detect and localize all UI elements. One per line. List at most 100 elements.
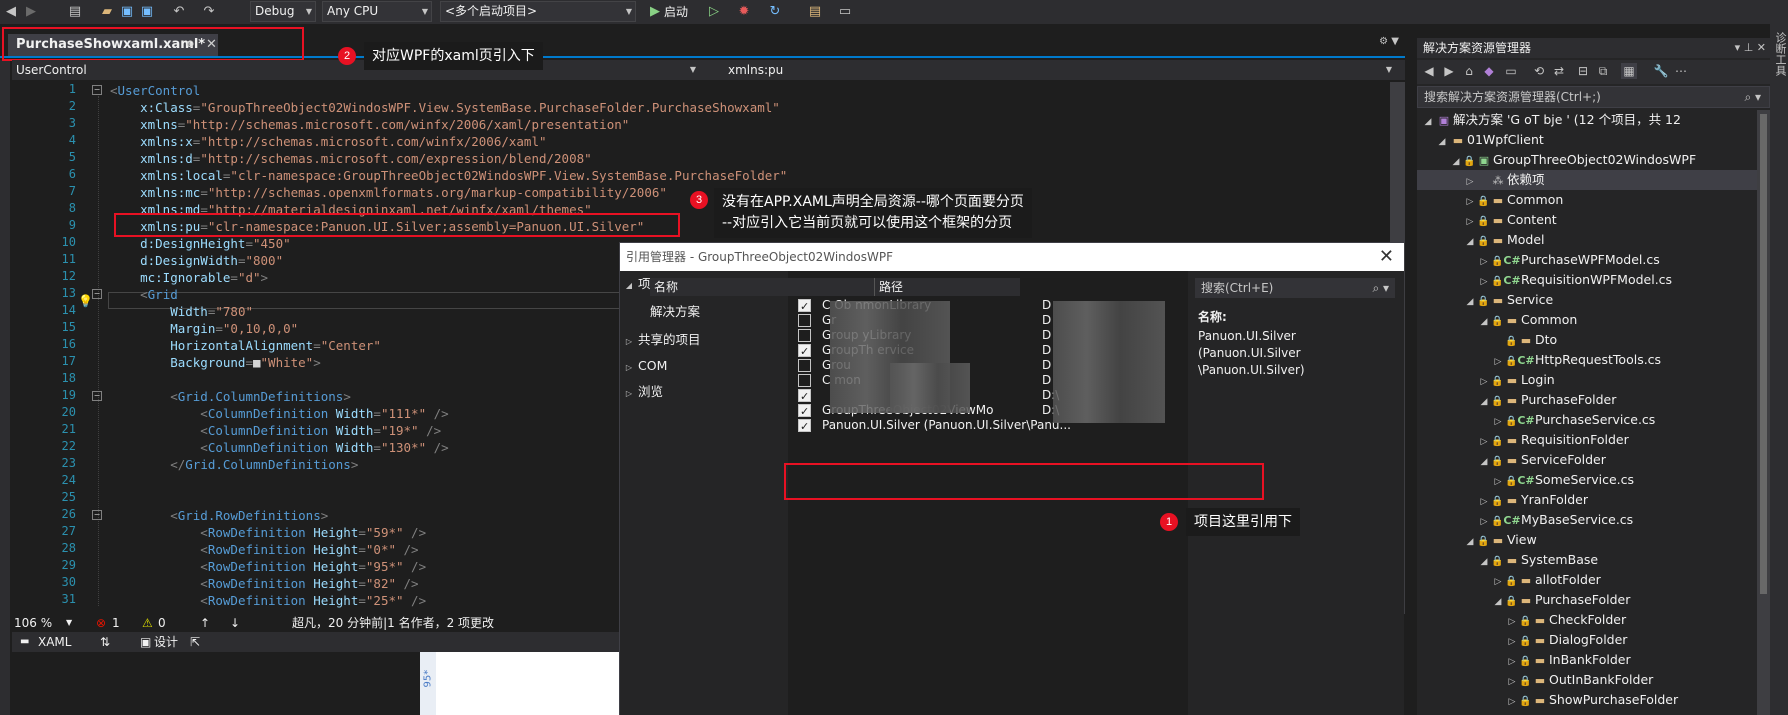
expand-toggle-icon[interactable]: ▷: [1505, 672, 1519, 692]
tree-item[interactable]: ▷ 🔒 ▬ Common: [1417, 190, 1757, 210]
config-select[interactable]: Debug ▼: [250, 1, 316, 22]
expand-toggle-icon[interactable]: ◢: [1477, 452, 1491, 472]
save-icon[interactable]: ▣: [118, 3, 136, 21]
tree-item[interactable]: ◢ ▬ 01WpfClient: [1417, 130, 1757, 150]
tree-item[interactable]: ▷ 🔒 ▬ ShowPurchaseFolder: [1417, 690, 1757, 710]
tree-item[interactable]: ◢ 🔒 ▬ Common: [1417, 310, 1757, 330]
tree-item[interactable]: ◢ 🔒 ▬ Model: [1417, 230, 1757, 250]
reference-checkbox[interactable]: [798, 298, 811, 315]
vs-icon[interactable]: ◆: [1481, 63, 1497, 79]
forward-icon[interactable]: ▶: [1441, 63, 1457, 79]
expand-toggle-icon[interactable]: ◢: [1449, 152, 1463, 172]
start-icon[interactable]: ▶: [646, 3, 664, 21]
zoom-dropdown-icon[interactable]: ▼: [66, 614, 72, 632]
forward-icon[interactable]: ▶: [22, 3, 40, 21]
tree-item[interactable]: ◢ 🔒 ▬ PurchaseFolder: [1417, 590, 1757, 610]
reference-checkbox[interactable]: [798, 359, 811, 372]
tree-item[interactable]: ◢ 🔒 ▬ PurchaseFolder: [1417, 390, 1757, 410]
expand-toggle-icon[interactable]: ▷: [1505, 632, 1519, 652]
expand-toggle-icon[interactable]: ▷: [1505, 652, 1519, 672]
reference-checkbox[interactable]: [798, 314, 811, 327]
start-button[interactable]: 启动: [664, 3, 688, 21]
home-icon[interactable]: ⌂: [1461, 63, 1477, 79]
dialog-close-icon[interactable]: ✕: [1379, 243, 1394, 271]
fold-toggle-icon[interactable]: −: [92, 289, 102, 299]
expand-toggle-icon[interactable]: ◢: [1477, 312, 1491, 332]
code-line[interactable]: <UserControl: [110, 82, 200, 99]
code-line[interactable]: xmlns:mc="http://schemas.openxmlformats.…: [110, 184, 667, 201]
tab-design[interactable]: 设计: [154, 632, 178, 652]
expand-toggle-icon[interactable]: ▷: [1463, 172, 1477, 192]
back-icon[interactable]: ◀: [2, 3, 20, 21]
code-line[interactable]: d:DesignHeight="450": [110, 235, 291, 252]
panel-window-controls[interactable]: ▾ ⊥ ✕: [1735, 38, 1766, 58]
tab-xaml[interactable]: XAML: [38, 632, 71, 652]
expand-toggle-icon[interactable]: ◢: [1477, 552, 1491, 572]
swap-icon[interactable]: ⇅: [100, 632, 110, 652]
expand-toggle-icon[interactable]: ▷: [1463, 212, 1477, 232]
expand-icon[interactable]: ▷: [620, 383, 638, 405]
dialog-nav-item[interactable]: ▷ 浏览: [620, 381, 788, 403]
scrollbar-thumb[interactable]: [1760, 114, 1767, 594]
lightbulb-icon[interactable]: 💡: [78, 294, 93, 308]
tree-item[interactable]: ▷ 🔒C#PurchaseWPFModel.cs: [1417, 250, 1757, 270]
diagnostic-tools-tab[interactable]: 诊断工具: [1770, 24, 1788, 715]
tree-item[interactable]: ▷ ⁂ 依赖项: [1417, 170, 1757, 190]
reference-checkbox[interactable]: [798, 388, 811, 405]
show-all-files-icon[interactable]: ⧉: [1595, 63, 1611, 79]
solution-scrollbar[interactable]: [1757, 110, 1770, 715]
reference-checkbox[interactable]: [798, 403, 811, 420]
col-path-header[interactable]: 路径: [874, 278, 903, 296]
expand-toggle-icon[interactable]: ▷: [1477, 252, 1491, 272]
code-line[interactable]: <Grid: [110, 286, 178, 303]
startup-project-select[interactable]: <多个启动项目> ▼: [440, 1, 636, 22]
dialog-nav-item[interactable]: ▷ 共享的项目: [620, 329, 788, 351]
code-line[interactable]: <RowDefinition Height="95*" />: [110, 558, 426, 575]
tree-solution-root[interactable]: ◢ ▣ 解决方案 'G oT bje ' (12 个项目，共 12: [1417, 110, 1757, 130]
solution-search-input[interactable]: 搜索解决方案资源管理器(Ctrl+;) ⌕ ▾: [1417, 86, 1770, 108]
tree-item[interactable]: ▷ 🔒 ▬ InBankFolder: [1417, 650, 1757, 670]
tree-item[interactable]: ◢ 🔒 ▬ View: [1417, 530, 1757, 550]
expand-toggle-icon[interactable]: ▷: [1477, 372, 1491, 392]
tree-item[interactable]: ▷ 🔒 ▬ allotFolder: [1417, 570, 1757, 590]
properties-icon[interactable]: 🔧: [1653, 63, 1669, 79]
code-line[interactable]: d:DesignWidth="800": [110, 252, 283, 269]
save-all-icon[interactable]: ▣: [138, 3, 156, 21]
expand-toggle-icon[interactable]: ▷: [1477, 512, 1491, 532]
popout-icon[interactable]: ⇱: [190, 632, 200, 652]
expand-toggle-icon[interactable]: ▷: [1491, 412, 1505, 432]
code-line[interactable]: </Grid.ColumnDefinitions>: [110, 456, 358, 473]
expand-toggle-icon[interactable]: ◢: [1463, 232, 1477, 252]
fold-toggle-icon[interactable]: −: [92, 391, 102, 401]
git-info[interactable]: 超凡，20 分钟前|1 名作者，2 项更改: [292, 614, 494, 632]
expand-toggle-icon[interactable]: ◢: [1435, 132, 1449, 152]
up-arrow-icon[interactable]: ↑: [200, 614, 210, 632]
reference-list-scrollbar[interactable]: [1171, 296, 1183, 715]
code-line[interactable]: HorizontalAlignment="Center": [110, 337, 381, 354]
reference-checkbox[interactable]: [798, 343, 811, 360]
expand-toggle-icon[interactable]: ▷: [1477, 492, 1491, 512]
code-line[interactable]: <RowDefinition Height="82" />: [110, 575, 418, 592]
code-line[interactable]: <RowDefinition Height="0*" />: [110, 541, 418, 558]
code-line[interactable]: <Grid.RowDefinitions>: [110, 507, 328, 524]
tree-item[interactable]: ◢ 🔒 ▬ Service: [1417, 290, 1757, 310]
tree-item[interactable]: ▷ 🔒C#HttpRequestTools.cs: [1417, 350, 1757, 370]
expand-toggle-icon[interactable]: ▷: [1505, 692, 1519, 712]
refresh-icon[interactable]: ↻: [766, 3, 784, 21]
layout-icon[interactable]: ▭: [836, 3, 854, 21]
element-scope-select[interactable]: UserControl ▼: [12, 60, 702, 80]
platform-select[interactable]: Any CPU ▼: [322, 1, 432, 22]
reference-search-input[interactable]: 搜索(Ctrl+E) ⌕ ▾: [1195, 278, 1395, 298]
code-line[interactable]: <ColumnDefinition Width="19*" />: [110, 422, 441, 439]
zoom-level[interactable]: 106 %: [14, 614, 52, 632]
expand-toggle-icon[interactable]: ◢: [1491, 592, 1505, 612]
expand-toggle-icon[interactable]: ▷: [1477, 272, 1491, 292]
warning-count[interactable]: 0: [158, 614, 166, 632]
start-without-debug-icon[interactable]: ▷: [705, 3, 723, 21]
hot-reload-icon[interactable]: ✹: [735, 3, 753, 21]
tree-item[interactable]: ▷ 🔒C#MyBaseService.cs: [1417, 510, 1757, 530]
code-line[interactable]: <RowDefinition Height="59*" />: [110, 524, 426, 541]
tree-item[interactable]: ▷ 🔒 ▬ CheckFolder: [1417, 610, 1757, 630]
expand-icon[interactable]: ▷: [620, 357, 638, 379]
open-folder-icon[interactable]: ▰: [98, 3, 116, 21]
